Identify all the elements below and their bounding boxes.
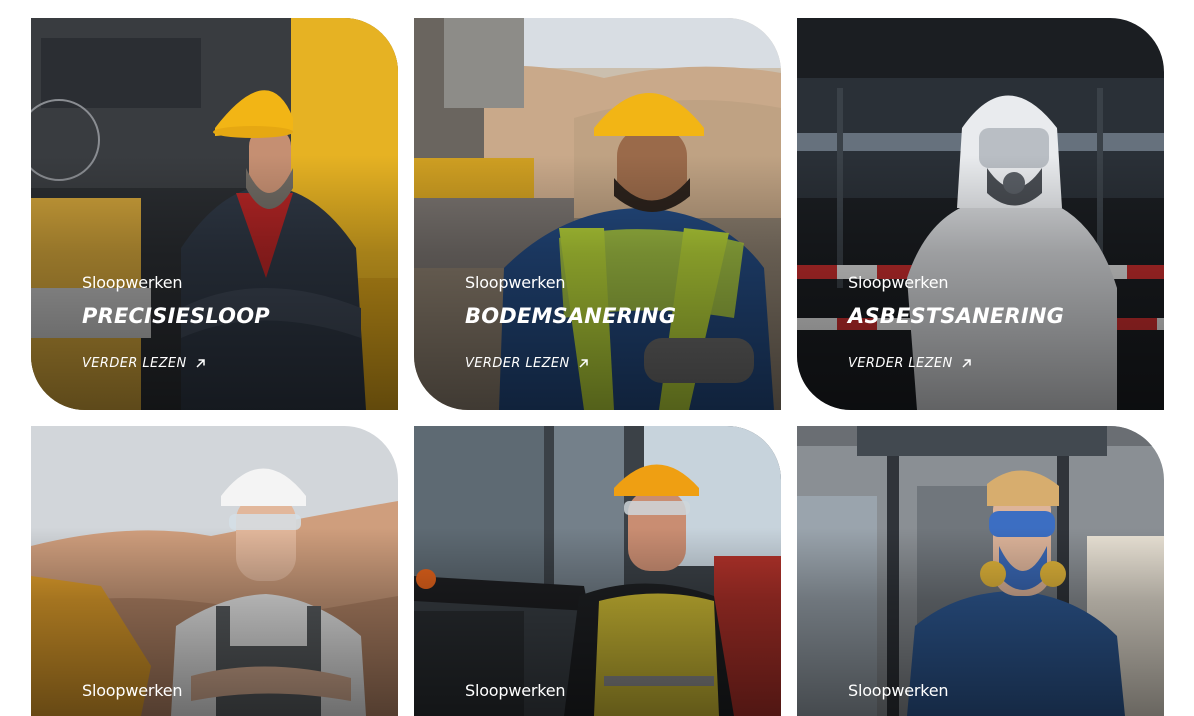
card-content: Sloopwerken <box>465 682 761 700</box>
card-title: PRECISIESLOOP <box>82 304 270 328</box>
card-category: Sloopwerken <box>848 681 949 700</box>
card-content: Sloopwerken <box>848 682 1144 700</box>
card-content: Sloopwerken BODEMSANERING VERDER LEZEN <box>465 274 761 372</box>
card-worker-orange-helmet[interactable]: Sloopwerken <box>414 426 781 716</box>
read-more-link[interactable]: VERDER LEZEN <box>82 356 206 371</box>
card-category: Sloopwerken <box>465 681 566 700</box>
card-title: BODEMSANERING <box>465 304 677 328</box>
card-category: Sloopwerken <box>82 273 183 292</box>
read-more-link[interactable]: VERDER LEZEN <box>465 356 589 371</box>
card-category: Sloopwerken <box>82 681 183 700</box>
card-photo-worker-machinery <box>414 426 781 716</box>
card-content: Sloopwerken ASBESTSANERING VERDER LEZEN <box>848 274 1144 372</box>
card-worker-white-helmet[interactable]: Sloopwerken <box>31 426 398 716</box>
card-content: Sloopwerken PRECISIESLOOP VERDER LEZEN <box>82 274 378 372</box>
card-asbestsanering[interactable]: Sloopwerken ASBESTSANERING VERDER LEZEN <box>797 18 1164 410</box>
card-precisiesloop[interactable]: Sloopwerken PRECISIESLOOP VERDER LEZEN <box>31 18 398 410</box>
card-category: Sloopwerken <box>848 273 949 292</box>
read-more-label: VERDER LEZEN <box>465 356 570 371</box>
read-more-link[interactable]: VERDER LEZEN <box>848 356 972 371</box>
card-photo-worker-sand <box>31 426 398 716</box>
card-photo-worker-warehouse <box>797 426 1164 716</box>
read-more-label: VERDER LEZEN <box>82 356 187 371</box>
arrow-up-right-icon <box>961 358 972 369</box>
arrow-up-right-icon <box>195 358 206 369</box>
card-content: Sloopwerken <box>82 682 378 700</box>
card-worker-respirator[interactable]: Sloopwerken <box>797 426 1164 716</box>
card-bodemsanering[interactable]: Sloopwerken BODEMSANERING VERDER LEZEN <box>414 18 781 410</box>
arrow-up-right-icon <box>578 358 589 369</box>
read-more-label: VERDER LEZEN <box>848 356 953 371</box>
service-card-grid: Sloopwerken PRECISIESLOOP VERDER LEZEN S… <box>31 18 1165 716</box>
card-title: ASBESTSANERING <box>848 304 1065 328</box>
card-category: Sloopwerken <box>465 273 566 292</box>
